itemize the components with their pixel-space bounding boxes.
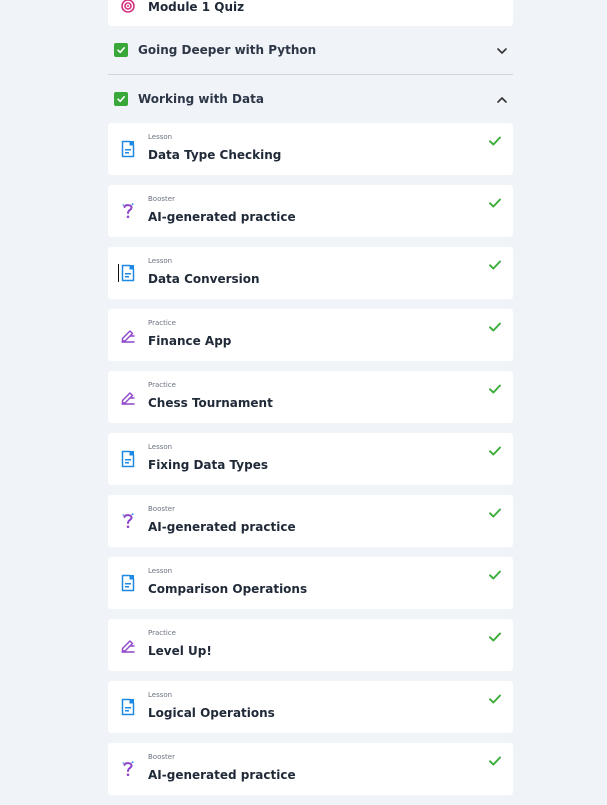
section-complete-checkbox (114, 92, 128, 106)
checkmark-icon (488, 319, 502, 333)
item-type-label: Lesson (148, 133, 173, 141)
lesson-item[interactable]: Practice Chess Tournament (108, 371, 513, 423)
pencil-icon (120, 635, 136, 655)
question-mark-icon (120, 511, 136, 531)
lesson-item[interactable]: Lesson Comparison Operations (108, 557, 513, 609)
pencil-icon (120, 387, 136, 407)
item-title: AI-generated practice (148, 210, 296, 224)
lesson-item[interactable]: Booster AI-generated practice (108, 495, 513, 547)
lesson-document-icon (120, 139, 136, 159)
lesson-item[interactable]: Practice Finance App (108, 309, 513, 361)
item-title: Fixing Data Types (148, 458, 268, 472)
item-title: Data Type Checking (148, 148, 282, 162)
item-title: AI-generated practice (148, 768, 296, 782)
item-type-label: Booster (148, 195, 175, 203)
item-title: Logical Operations (148, 706, 275, 720)
section-title: Working with Data (138, 92, 264, 106)
item-type-label: Booster (148, 753, 175, 761)
lesson-document-icon (120, 449, 136, 469)
checkmark-icon (488, 257, 502, 271)
item-title: AI-generated practice (148, 520, 296, 534)
lesson-item[interactable]: Lesson Fixing Data Types (108, 433, 513, 485)
course-outline: Module 1 Quiz Going Deeper with Python W… (108, 0, 513, 805)
checkmark-icon (488, 753, 502, 767)
checkmark-icon (488, 567, 502, 581)
item-type-label: Lesson (148, 257, 173, 265)
pencil-icon (120, 325, 136, 345)
lesson-item[interactable]: Booster AI-generated practice (108, 743, 513, 795)
item-type-label: Lesson (148, 691, 173, 699)
chevron-up-icon[interactable] (495, 92, 509, 106)
lesson-item[interactable]: Lesson Data Type Checking (108, 123, 513, 175)
section-going-deeper[interactable]: Going Deeper with Python (108, 26, 513, 74)
quiz-title: Module 1 Quiz (148, 0, 245, 14)
item-type-label: Practice (148, 381, 176, 389)
checkmark-icon (488, 195, 502, 209)
item-type-label: Booster (148, 505, 175, 513)
lesson-item[interactable]: Lesson Logical Operations (108, 681, 513, 733)
item-title: Comparison Operations (148, 582, 308, 596)
checkmark-icon (488, 443, 502, 457)
item-type-label: Lesson (148, 567, 173, 575)
lesson-item[interactable]: Practice Level Up! (108, 619, 513, 671)
item-title: Data Conversion (148, 272, 260, 286)
question-mark-icon (120, 759, 136, 779)
section-title: Going Deeper with Python (138, 43, 317, 57)
item-title: Level Up! (148, 644, 212, 658)
text-cursor (118, 264, 119, 282)
lesson-document-icon (120, 573, 136, 593)
item-type-label: Practice (148, 629, 176, 637)
quiz-card[interactable]: Module 1 Quiz (108, 0, 513, 26)
checkmark-icon (488, 133, 502, 147)
question-mark-icon (120, 201, 136, 221)
checkmark-icon (488, 629, 502, 643)
item-type-label: Practice (148, 319, 176, 327)
section-complete-checkbox (114, 43, 128, 57)
item-type-label: Lesson (148, 443, 173, 451)
checkmark-icon (488, 505, 502, 519)
item-title: Chess Tournament (148, 396, 273, 410)
lesson-item[interactable]: Booster AI-generated practice (108, 185, 513, 237)
chevron-down-icon[interactable] (495, 43, 509, 57)
item-title: Finance App (148, 334, 232, 348)
lesson-document-icon (120, 697, 136, 717)
section-working-with-data[interactable]: Working with Data (108, 75, 513, 123)
checkmark-icon (488, 691, 502, 705)
lesson-item[interactable]: Lesson Data Conversion (108, 247, 513, 299)
quiz-target-icon (120, 0, 136, 14)
checkmark-icon (488, 381, 502, 395)
lesson-list: Lesson Data Type Checking Booster AI-gener… (108, 123, 513, 795)
lesson-document-icon (120, 263, 136, 283)
